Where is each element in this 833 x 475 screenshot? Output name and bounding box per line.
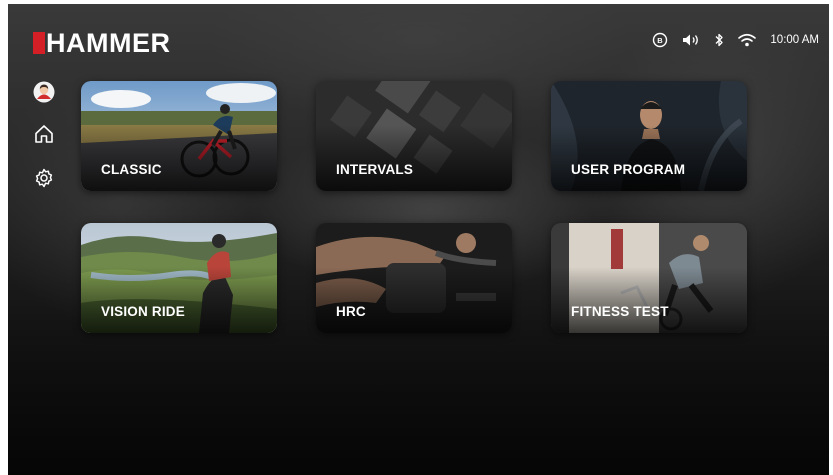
user-avatar-icon[interactable] xyxy=(30,80,58,104)
program-tile-user-program[interactable]: USER PROGRAM xyxy=(551,81,747,191)
bluetooth-icon[interactable] xyxy=(714,31,724,49)
gear-icon[interactable] xyxy=(30,166,58,190)
clock-time: 10:00 AM xyxy=(770,34,819,46)
program-tile-vision-ride[interactable]: VISION RIDE xyxy=(81,223,277,333)
program-tile-fitness-test[interactable]: FITNESS TEST xyxy=(551,223,747,333)
program-label: FITNESS TEST xyxy=(571,304,669,319)
hammer-badge-icon[interactable]: B xyxy=(652,31,668,49)
program-tile-intervals[interactable]: INTERVALS xyxy=(316,81,512,191)
screen-border-left xyxy=(0,0,8,475)
status-bar: B 10:00 AM xyxy=(652,30,819,50)
program-tile-classic[interactable]: CLASSIC xyxy=(81,81,277,191)
program-label: CLASSIC xyxy=(101,162,162,177)
program-tile-hrc[interactable]: HRC xyxy=(316,223,512,333)
brand-logo: HAMMER xyxy=(33,27,171,59)
logo-text: HAMMER xyxy=(46,28,171,58)
tile-shade xyxy=(551,267,747,333)
tile-shade xyxy=(81,267,277,333)
screen-border-right xyxy=(829,0,833,475)
tile-shade xyxy=(316,267,512,333)
tile-shade xyxy=(551,125,747,191)
wifi-icon[interactable] xyxy=(738,31,757,49)
screen-border-top xyxy=(0,0,833,4)
program-label: VISION RIDE xyxy=(101,304,185,319)
program-label: HRC xyxy=(336,304,366,319)
tile-shade xyxy=(81,125,277,191)
program-label: INTERVALS xyxy=(336,162,414,177)
logo-mark xyxy=(33,32,45,54)
home-icon[interactable] xyxy=(30,122,58,146)
volume-icon[interactable] xyxy=(682,31,700,49)
tile-shade xyxy=(316,125,512,191)
program-label: USER PROGRAM xyxy=(571,162,686,177)
svg-text:B: B xyxy=(658,36,664,45)
